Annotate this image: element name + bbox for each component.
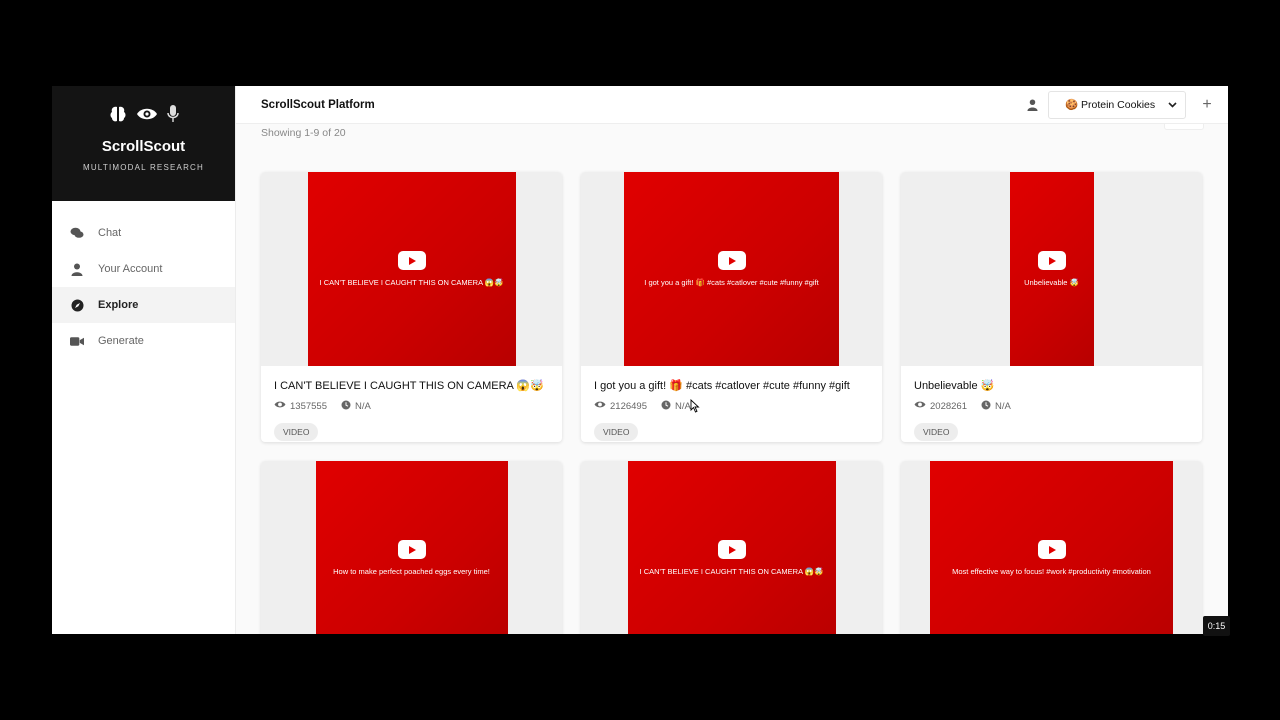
thumbnail-caption: How to make perfect poached eggs every t… [333,567,490,576]
video-thumbnail[interactable]: Unbelievable 🤯 [901,172,1202,366]
video-title: Unbelievable 🤯 [914,380,995,392]
video-grid: I CAN'T BELIEVE I CAUGHT THIS ON CAMERA … [261,172,1203,634]
youtube-play-icon [717,540,746,559]
sidebar-item-explore[interactable]: Explore [52,287,235,323]
mouse-cursor-icon [690,398,700,418]
view-count: 1357555 [290,400,327,412]
sidebar-item-chat[interactable]: Chat [52,215,235,251]
clock-icon [341,400,355,413]
duration: N/A [994,400,1011,412]
sidebar-item-label: Your Account [98,263,163,275]
video-thumbnail[interactable]: I got you a gift! 🎁 #cats #catlover #cut… [581,172,882,366]
youtube-play-icon [1037,251,1066,270]
type-badge: VIDEO [594,423,639,441]
view-count: 2028261 [930,400,967,412]
brand-title: ScrollScout [101,138,186,155]
youtube-play-icon [397,251,426,270]
compass-icon [70,298,84,312]
sidebar-item-your-account[interactable]: Your Account [52,251,235,287]
clock-icon [981,400,995,413]
chevron-down-icon [1168,99,1177,111]
video-card[interactable]: Most effective way to focus! #work #prod… [901,461,1202,634]
eye-icon [914,400,930,412]
user-icon [70,262,84,276]
toolbar-button[interactable] [1164,124,1204,130]
youtube-play-icon [1037,540,1066,559]
video-thumbnail[interactable]: How to make perfect poached eggs every t… [261,461,562,634]
brand-header: ScrollScout MULTIMODAL RESEARCH [52,86,235,201]
project-select[interactable]: 🍪 Protein Cookies [1048,90,1186,119]
app-window: ScrollScout MULTIMODAL RESEARCH Chat You… [52,86,1228,634]
sidebar: ScrollScout MULTIMODAL RESEARCH Chat You… [52,86,236,634]
type-badge: VIDEO [914,423,959,441]
clock-icon [661,400,675,413]
duration: N/A [354,400,371,412]
youtube-play-icon [717,251,746,270]
brand-subtitle: MULTIMODAL RESEARCH [82,163,205,172]
video-card[interactable]: Unbelievable 🤯 Unbelievable 🤯 2028261 N/… [901,172,1202,442]
main-content: ScrollScout Platform 🍪 Protein Cookies +… [236,86,1228,634]
video-card[interactable]: I CAN'T BELIEVE I CAUGHT THIS ON CAMERA … [581,461,882,634]
video-title: I CAN'T BELIEVE I CAUGHT THIS ON CAMERA … [274,380,544,392]
video-card[interactable]: I CAN'T BELIEVE I CAUGHT THIS ON CAMERA … [261,172,562,442]
sidebar-nav: Chat Your Account Explore Generate [52,201,235,359]
thumbnail-caption: Most effective way to focus! #work #prod… [952,567,1151,576]
youtube-play-icon [397,540,426,559]
microphone-icon [166,104,180,124]
video-thumbnail[interactable]: I CAN'T BELIEVE I CAUGHT THIS ON CAMERA … [261,172,562,366]
video-card[interactable]: I got you a gift! 🎁 #cats #catlover #cut… [581,172,882,442]
project-select-value: 🍪 Protein Cookies [1065,99,1156,111]
eye-icon [274,400,290,412]
eye-icon [594,400,610,412]
thumbnail-caption: I got you a gift! 🎁 #cats #catlover #cut… [644,278,819,287]
video-thumbnail[interactable]: Most effective way to focus! #work #prod… [901,461,1202,634]
video-card[interactable]: How to make perfect poached eggs every t… [261,461,562,634]
sidebar-item-generate[interactable]: Generate [52,323,235,359]
sidebar-item-label: Generate [98,335,144,347]
brain-icon [108,104,128,124]
video-camera-icon [70,334,84,348]
user-icon[interactable] [1027,99,1038,111]
results-count: Showing 1-9 of 20 [261,127,346,139]
brand-logo [108,102,180,126]
video-title: I got you a gift! 🎁 #cats #catlover #cut… [594,380,850,392]
sidebar-item-label: Explore [98,299,139,311]
page-title: ScrollScout Platform [261,98,375,111]
thumbnail-caption: Unbelievable 🤯 [1024,278,1079,287]
top-bar: ScrollScout Platform 🍪 Protein Cookies + [236,86,1228,124]
thumbnail-caption: I CAN'T BELIEVE I CAUGHT THIS ON CAMERA … [319,278,504,287]
duration: N/A [674,400,691,412]
thumbnail-caption: I CAN'T BELIEVE I CAUGHT THIS ON CAMERA … [639,567,824,576]
eye-icon [136,106,158,122]
sidebar-item-label: Chat [98,227,122,239]
video-timer: 0:15 [1203,616,1230,636]
view-count: 2126495 [610,400,647,412]
comments-icon [70,226,84,240]
type-badge: VIDEO [274,423,319,441]
video-thumbnail[interactable]: I CAN'T BELIEVE I CAUGHT THIS ON CAMERA … [581,461,882,634]
add-button[interactable]: + [1200,96,1214,114]
